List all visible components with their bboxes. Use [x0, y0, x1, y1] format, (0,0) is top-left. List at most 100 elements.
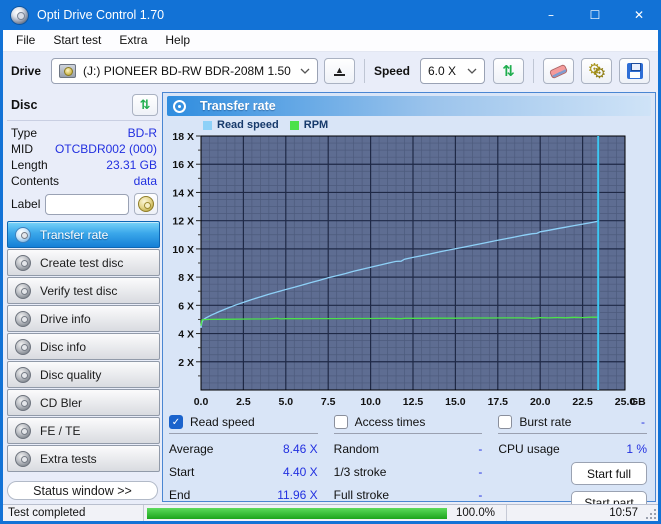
transfer-rate-chart: 2 X4 X6 X8 X10 X12 X14 X16 X18 X0.02.55.… — [167, 132, 651, 410]
eject-button[interactable]: ▲ — [324, 58, 355, 84]
read-speed-legend-label: Read speed — [217, 119, 279, 131]
read-speed-checkbox-label: Read speed — [190, 415, 255, 429]
left-panel: Disc ⇅ Type BD-R MID OTCBDR002 (000) — [7, 92, 162, 502]
sidebar-item[interactable]: Extra tests — [7, 445, 160, 472]
svg-text:14 X: 14 X — [172, 187, 194, 199]
maximize-button[interactable]: ☐ — [573, 0, 617, 30]
burst-rate-value: - — [641, 415, 647, 429]
toolbar-separator — [533, 59, 534, 83]
chart-svg: 2 X4 X6 X8 X10 X12 X14 X16 X18 X0.02.55.… — [167, 132, 651, 410]
cpu-usage-row: CPU usage 1 % — [498, 438, 647, 459]
refresh-icon: ⇅ — [502, 62, 515, 80]
resize-grip[interactable] — [644, 507, 657, 520]
stat-row: Full stroke - — [334, 484, 483, 505]
sidebar-item-label: Disc quality — [40, 368, 101, 382]
disc-icon — [15, 367, 31, 383]
status-separator — [506, 505, 507, 521]
sidebar-item-label: Extra tests — [40, 452, 97, 466]
svg-text:7.5: 7.5 — [321, 396, 336, 408]
panel-header: Transfer rate — [167, 96, 651, 116]
svg-text:10 X: 10 X — [172, 244, 194, 256]
cpu-usage-label: CPU usage — [498, 442, 559, 456]
read-speed-checkbox[interactable]: ✓ — [169, 415, 183, 429]
access-times-checkbox-label: Access times — [355, 415, 426, 429]
sidebar-item[interactable]: Verify test disc — [7, 277, 160, 304]
chevron-down-icon — [300, 68, 310, 74]
access-times-column: Access times Random - 1/3 stroke — [334, 413, 483, 514]
sidebar-item[interactable]: CD Bler — [7, 389, 160, 416]
chevron-down-icon — [467, 68, 477, 74]
disc-icon — [15, 255, 31, 271]
burst-rate-checkbox-label: Burst rate — [519, 415, 571, 429]
stat-value: 11.96 X — [277, 488, 317, 502]
speed-select-value: 6.0 X — [428, 64, 461, 78]
disc-info-list: Type BD-R MID OTCBDR002 (000) Length 23.… — [7, 125, 160, 189]
stat-value: 4.40 X — [283, 465, 318, 479]
stat-row: Start 4.40 X — [169, 461, 318, 482]
gears-icon: ⚙ — [588, 62, 601, 77]
sidebar-item[interactable]: FE / TE — [7, 417, 160, 444]
disc-icon — [15, 227, 31, 243]
label-field-caption: Label — [11, 197, 40, 211]
menu-item[interactable]: File — [7, 30, 44, 51]
svg-text:4 X: 4 X — [178, 329, 194, 341]
label-input[interactable] — [45, 194, 129, 215]
sidebar: Transfer rate Create test disc Verify te… — [7, 221, 160, 473]
refresh-speeds-button[interactable]: ⇅ — [493, 58, 524, 84]
disc-icon — [15, 311, 31, 327]
eraser-icon — [549, 63, 568, 78]
svg-text:8 X: 8 X — [178, 272, 194, 284]
settings-button[interactable]: ⚙ — [581, 58, 612, 84]
sidebar-item[interactable]: Disc info — [7, 333, 160, 360]
rpm-legend-label: RPM — [304, 119, 328, 131]
save-button[interactable] — [619, 58, 650, 84]
progress-bar — [147, 508, 447, 519]
svg-text:GB: GB — [630, 396, 646, 408]
stat-row: Average 8.46 X — [169, 438, 318, 459]
access-times-checkbox[interactable] — [334, 415, 348, 429]
drive-select-value: (J:) PIONEER BD-RW BDR-208M 1.50 — [83, 64, 294, 78]
sidebar-item[interactable]: Transfer rate — [7, 221, 160, 248]
sidebar-item[interactable]: Disc quality — [7, 361, 160, 388]
start-full-button[interactable]: Start full — [571, 462, 647, 485]
write-label-button[interactable] — [134, 193, 158, 215]
toolbar-separator — [364, 59, 365, 83]
sidebar-item[interactable]: Drive info — [7, 305, 160, 332]
close-button[interactable]: ✕ — [617, 0, 661, 30]
status-window-button[interactable]: Status window >> — [7, 481, 158, 500]
svg-text:2 X: 2 X — [178, 357, 194, 369]
menu-item[interactable]: Help — [156, 30, 199, 51]
read-speed-column: ✓ Read speed Average 8.46 X — [169, 413, 318, 514]
speed-select[interactable]: 6.0 X — [420, 58, 485, 84]
svg-text:12.5: 12.5 — [403, 396, 424, 408]
disc-icon — [15, 395, 31, 411]
toolbar: Drive (J:) PIONEER BD-RW BDR-208M 1.50 ▲… — [3, 52, 658, 90]
svg-text:5.0: 5.0 — [278, 396, 293, 408]
refresh-disc-button[interactable]: ⇅ — [132, 94, 158, 116]
access-times-stats: Random - 1/3 stroke - Full stroke — [334, 436, 483, 505]
burst-rate-header: Burst rate - — [498, 413, 647, 434]
menu-item[interactable]: Start test — [44, 30, 110, 51]
disc-section-header: Disc ⇅ — [7, 92, 160, 121]
app-disc-icon — [11, 7, 28, 24]
drive-icon — [59, 64, 76, 78]
svg-text:2.5: 2.5 — [236, 396, 251, 408]
svg-text:20.0: 20.0 — [530, 396, 551, 408]
minimize-button[interactable]: – — [529, 0, 573, 30]
disc-info-value: data — [134, 173, 157, 189]
menu-bar: FileStart testExtraHelp — [3, 30, 658, 52]
refresh-icon: ⇅ — [140, 98, 151, 113]
menu-item[interactable]: Extra — [110, 30, 156, 51]
svg-text:0.0: 0.0 — [194, 396, 209, 408]
disc-info-value: 23.31 GB — [106, 157, 157, 173]
drive-select[interactable]: (J:) PIONEER BD-RW BDR-208M 1.50 — [51, 58, 318, 84]
disc-info-label: MID — [11, 141, 33, 157]
stat-label: Full stroke — [334, 488, 389, 502]
chart-legend: Read speed RPM — [203, 118, 651, 132]
erase-disc-button[interactable] — [543, 58, 574, 84]
stat-row: 1/3 stroke - — [334, 461, 483, 482]
status-bar: Test completed 100.0% 10:57 — [3, 504, 658, 521]
burst-rate-checkbox[interactable] — [498, 415, 512, 429]
sidebar-item[interactable]: Create test disc — [7, 249, 160, 276]
sidebar-item-label: Disc info — [40, 340, 86, 354]
